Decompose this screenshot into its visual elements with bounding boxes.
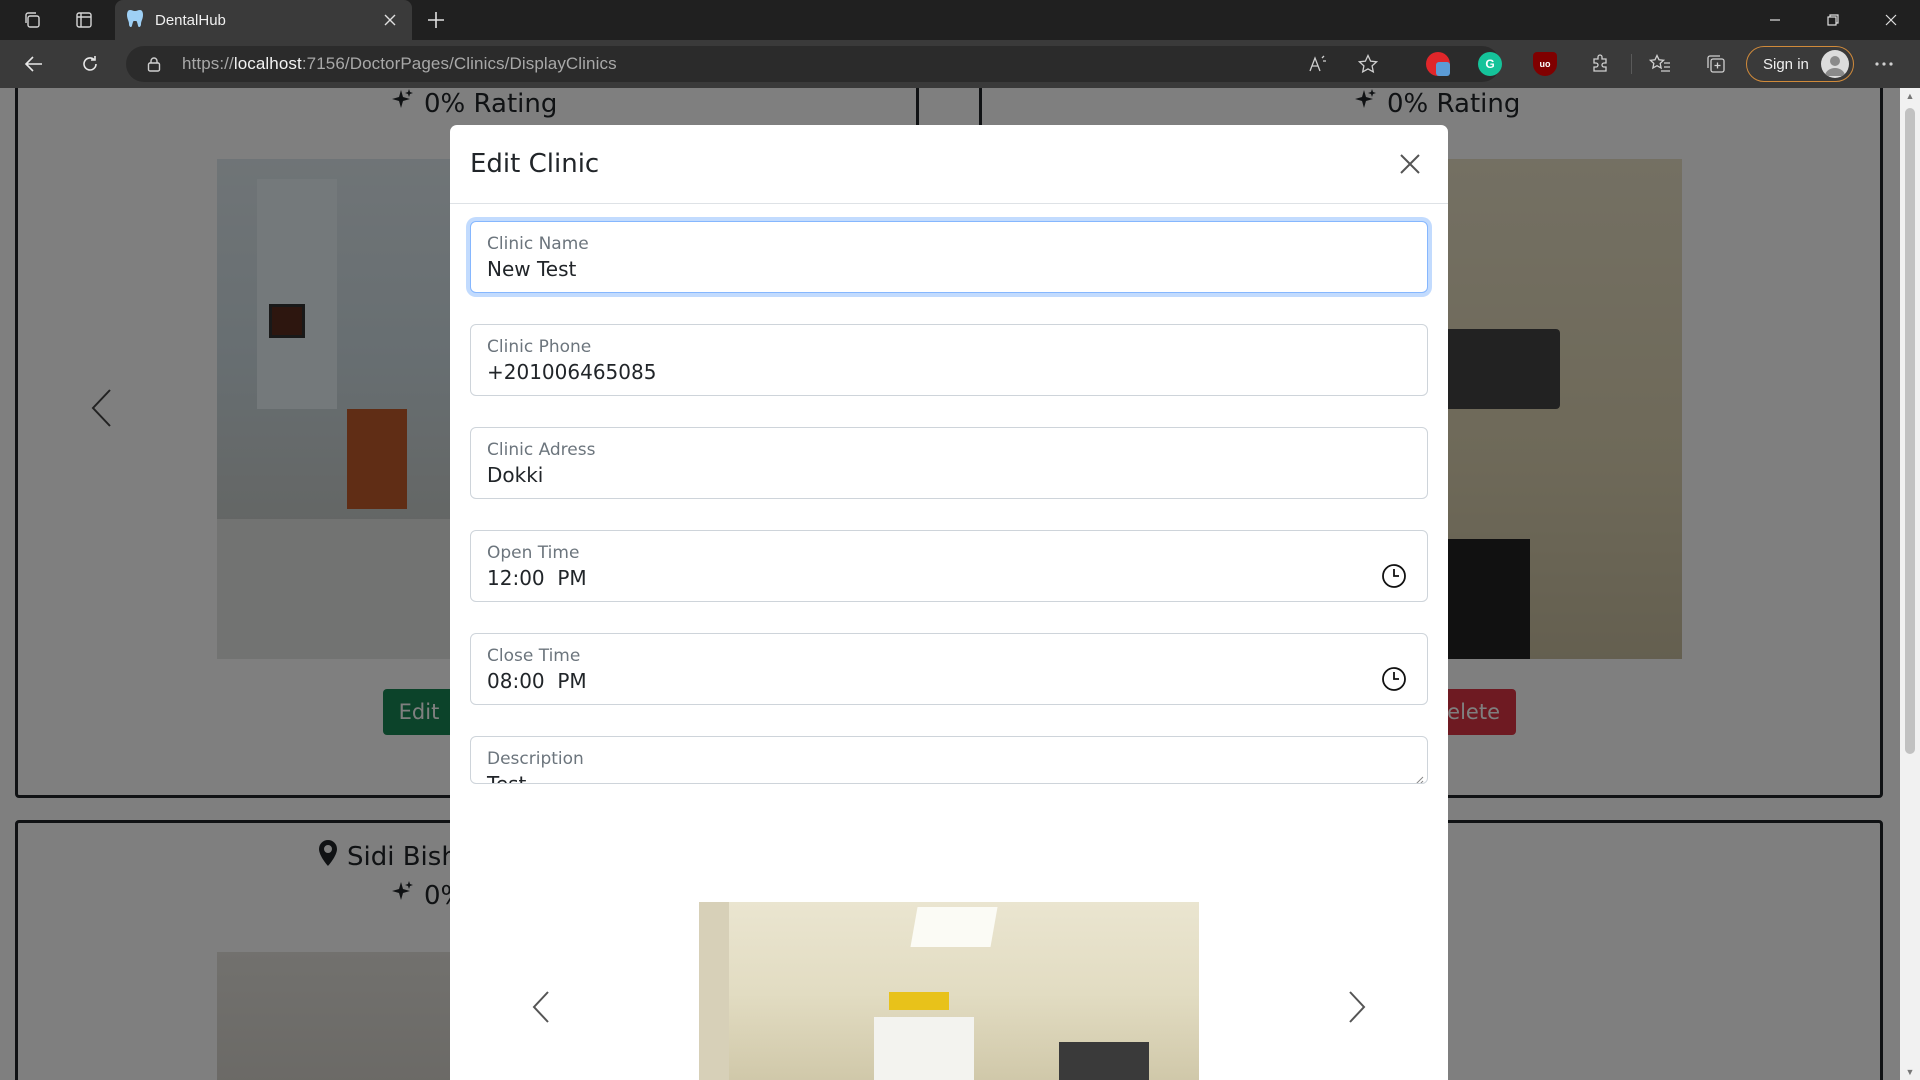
equipment: [1059, 1042, 1149, 1080]
field-value: +201006465085: [487, 360, 657, 384]
clock-icon[interactable]: [1381, 563, 1407, 589]
field-label: Open Time: [487, 543, 580, 563]
field-value: Test: [487, 772, 527, 784]
back-icon[interactable]: [16, 48, 52, 80]
clinic-phone-field[interactable]: Clinic Phone +201006465085: [470, 324, 1428, 396]
field-label: Close Time: [487, 646, 581, 666]
carousel-prev-icon[interactable]: [526, 987, 556, 1027]
carousel-next-icon[interactable]: [1342, 987, 1372, 1027]
scrollbar-thumb[interactable]: [1905, 108, 1915, 754]
scroll-down-icon[interactable]: ▼: [1905, 1067, 1915, 1077]
read-aloud-icon[interactable]: [1302, 48, 1334, 80]
resize-grip-icon[interactable]: [1414, 770, 1424, 783]
browser-tab-dentalhub[interactable]: DentalHub: [115, 0, 412, 40]
page-content: 0% Rating Edit 0% Rating elete Sidi Bish: [0, 88, 1900, 1080]
workspaces-icon[interactable]: [16, 6, 48, 34]
clinic-name-field[interactable]: Clinic Name New Test: [470, 221, 1428, 293]
close-window-icon[interactable]: [1862, 0, 1920, 40]
field-label: Description: [487, 749, 584, 769]
field-value: 08:00 PM: [487, 669, 587, 693]
bins: [889, 992, 949, 1010]
description-textarea[interactable]: Description Test: [470, 736, 1428, 784]
lock-icon[interactable]: [144, 54, 164, 74]
browser-tab-bar: DentalHub: [0, 0, 1920, 40]
url-path: :7156/DoctorPages/Clinics/DisplayClinics: [301, 54, 617, 73]
field-value: New Test: [487, 257, 577, 281]
url-host: localhost: [233, 54, 302, 73]
field-label: Clinic Name: [487, 234, 589, 254]
close-time-field[interactable]: Close Time 08:00 PM: [470, 633, 1428, 705]
extension-red-icon[interactable]: [1426, 52, 1450, 76]
tab-title: DentalHub: [155, 11, 226, 29]
tab-actions-icon[interactable]: [68, 6, 100, 34]
clinic-address-field[interactable]: Clinic Adress Dokki: [470, 427, 1428, 499]
field-label: Clinic Adress: [487, 440, 596, 460]
extensions-puzzle-icon[interactable]: [1584, 48, 1616, 80]
minimize-icon[interactable]: [1746, 0, 1804, 40]
grammarly-icon[interactable]: G: [1478, 52, 1502, 76]
address-bar[interactable]: https://localhost:7156/DoctorPages/Clini…: [126, 46, 1500, 82]
modal-header: Edit Clinic: [450, 125, 1448, 204]
edit-clinic-modal: Edit Clinic Clinic Name New Test Clinic …: [450, 125, 1448, 1080]
favorite-star-icon[interactable]: [1352, 48, 1384, 80]
more-menu-icon[interactable]: [1868, 48, 1900, 80]
door-frame: [699, 902, 729, 1080]
page-scrollbar[interactable]: ▲ ▼: [1900, 88, 1920, 1080]
sign-in-button[interactable]: Sign in: [1746, 46, 1854, 82]
ublock-icon[interactable]: uo: [1533, 52, 1557, 76]
url-text: https://localhost:7156/DoctorPages/Clini…: [182, 54, 617, 74]
open-time-field[interactable]: Open Time 12:00 PM: [470, 530, 1428, 602]
field-value: Dokki: [487, 463, 544, 487]
url-scheme: https://: [182, 54, 234, 73]
refresh-icon[interactable]: [72, 48, 108, 80]
scroll-up-icon[interactable]: ▲: [1905, 91, 1915, 101]
clock-icon[interactable]: [1381, 666, 1407, 692]
new-tab-icon[interactable]: [420, 6, 452, 34]
profile-avatar-icon: [1821, 50, 1849, 78]
toolbar-divider: [1631, 54, 1632, 74]
modal-title: Edit Clinic: [470, 149, 600, 179]
ceiling-light: [910, 907, 998, 947]
clinic-photo: [699, 902, 1199, 1080]
close-icon[interactable]: [1392, 146, 1428, 182]
close-tab-icon[interactable]: [380, 10, 400, 30]
collections-icon[interactable]: [1700, 48, 1732, 80]
browser-toolbar: https://localhost:7156/DoctorPages/Clini…: [0, 40, 1920, 88]
sign-in-label: Sign in: [1763, 55, 1809, 73]
tooth-favicon-icon: [127, 9, 143, 31]
favorites-list-icon[interactable]: [1644, 48, 1676, 80]
field-label: Clinic Phone: [487, 337, 592, 357]
restore-icon[interactable]: [1804, 0, 1862, 40]
cabinet: [874, 1017, 974, 1080]
field-value: 12:00 PM: [487, 566, 587, 590]
